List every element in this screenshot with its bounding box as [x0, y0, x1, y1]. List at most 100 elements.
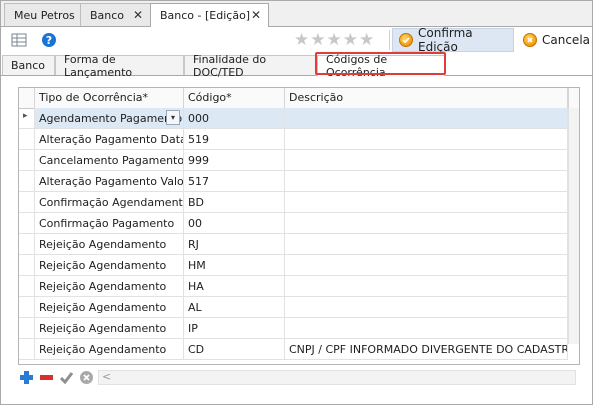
window-frame: Meu Petros Banco ✕ Banco - [Edição] ✕ ? … [0, 0, 593, 405]
tab-banco[interactable]: Banco [2, 55, 55, 75]
table-row[interactable]: Confirmação Pagamento 00 [19, 213, 579, 234]
table-row[interactable]: ▸ Agendamento Pagamento ▾ 000 [19, 108, 579, 129]
toolbar: ? ★★★★★ Confirma Edição Cancela [1, 26, 592, 54]
table-row[interactable]: Confirmação Agendamento BD [19, 192, 579, 213]
toolbar-separator [389, 30, 390, 50]
cell-descricao[interactable] [285, 171, 568, 192]
cell-descricao[interactable] [285, 234, 568, 255]
table-row[interactable]: Rejeição Agendamento RJ [19, 234, 579, 255]
cell-tipo[interactable]: Rejeição Agendamento [35, 276, 184, 297]
row-header-corner [19, 88, 35, 108]
table-row[interactable]: Alteração Pagamento Valor 517 [19, 171, 579, 192]
ocorrencia-grid: Tipo de Ocorrência* Código* Descrição ▸ … [18, 87, 580, 365]
cell-descricao[interactable] [285, 129, 568, 150]
scrollbar-header-cap [568, 88, 579, 108]
column-header-tipo[interactable]: Tipo de Ocorrência* [35, 88, 184, 108]
row-indicator [19, 192, 35, 213]
cell-codigo[interactable]: CD [184, 339, 285, 360]
column-header-descricao[interactable]: Descrição [285, 88, 568, 108]
cell-descricao[interactable] [285, 192, 568, 213]
row-indicator [19, 276, 35, 297]
row-indicator [19, 297, 35, 318]
cell-codigo[interactable]: AL [184, 297, 285, 318]
cell-tipo[interactable]: Rejeição Agendamento [35, 255, 184, 276]
row-indicator [19, 339, 35, 360]
cell-codigo[interactable]: RJ [184, 234, 285, 255]
table-row[interactable]: Alteração Pagamento Data 519 [19, 129, 579, 150]
confirm-edit-button[interactable]: Confirma Edição [392, 26, 514, 54]
row-indicator-arrow-icon: ▸ [23, 111, 28, 121]
cell-codigo[interactable]: BD [184, 192, 285, 213]
grid-view-icon[interactable] [11, 32, 27, 48]
rating-stars[interactable]: ★★★★★ [294, 30, 375, 50]
cancel-button[interactable]: Cancela [517, 28, 592, 52]
cell-descricao[interactable] [285, 213, 568, 234]
cell-descricao[interactable] [285, 276, 568, 297]
grid-header: Tipo de Ocorrência* Código* Descrição [19, 88, 579, 109]
column-header-codigo[interactable]: Código* [184, 88, 285, 108]
table-row[interactable]: Rejeição Agendamento IP [19, 318, 579, 339]
tab-forma-de-lancamento[interactable]: Forma de Lançamento [55, 53, 184, 79]
cell-descricao[interactable] [285, 108, 568, 129]
svg-text:?: ? [46, 34, 52, 47]
doc-tab-banco[interactable]: Banco ✕ [80, 3, 151, 26]
grid-navigator: < [18, 368, 580, 388]
table-row[interactable]: Rejeição Agendamento CD CNPJ / CPF INFOR… [19, 339, 579, 360]
minus-icon[interactable] [39, 370, 54, 385]
scroll-left-icon[interactable]: < [102, 370, 111, 383]
tab-finalidade-doc-ted[interactable]: Finalidade do DOC/TED [184, 53, 317, 79]
chevron-down-icon[interactable]: ▾ [166, 110, 180, 125]
cell-tipo[interactable]: Alteração Pagamento Data [35, 129, 184, 150]
close-icon[interactable]: ✕ [251, 8, 261, 22]
cell-tipo[interactable]: Rejeição Agendamento [35, 297, 184, 318]
close-icon[interactable]: ✕ [133, 8, 143, 22]
cell-codigo[interactable]: 00 [184, 213, 285, 234]
cell-text: Agendamento Pagamento [39, 112, 183, 125]
cell-codigo[interactable]: 519 [184, 129, 285, 150]
cell-codigo[interactable]: HM [184, 255, 285, 276]
cell-descricao[interactable] [285, 150, 568, 171]
plus-icon[interactable] [19, 370, 34, 385]
row-indicator [19, 129, 35, 150]
tab-label: Forma de Lançamento [64, 52, 133, 79]
vertical-scrollbar[interactable] [568, 108, 579, 344]
cell-descricao[interactable] [285, 318, 568, 339]
tab-label: Finalidade do DOC/TED [193, 52, 267, 79]
cell-tipo[interactable]: Rejeição Agendamento [35, 339, 184, 360]
doc-tab-label: Banco [90, 8, 125, 22]
row-indicator [19, 171, 35, 192]
row-indicator [19, 150, 35, 171]
cell-descricao[interactable]: CNPJ / CPF INFORMADO DIVERGENTE DO CADAS… [285, 339, 568, 360]
cell-tipo[interactable]: Agendamento Pagamento ▾ [35, 108, 184, 129]
cell-tipo[interactable]: Cancelamento Pagamento [35, 150, 184, 171]
cell-descricao[interactable] [285, 297, 568, 318]
cell-descricao[interactable] [285, 255, 568, 276]
table-row[interactable]: Rejeição Agendamento HM [19, 255, 579, 276]
doc-tab-meu-petros[interactable]: Meu Petros [4, 3, 81, 26]
cell-tipo[interactable]: Rejeição Agendamento [35, 234, 184, 255]
document-tab-bar: Meu Petros Banco ✕ Banco - [Edição] ✕ [1, 1, 592, 27]
horizontal-scrollbar[interactable]: < [98, 370, 576, 385]
cell-codigo[interactable]: HA [184, 276, 285, 297]
confirm-edit-label: Confirma Edição [418, 26, 473, 54]
cancel-circle-icon[interactable] [79, 370, 94, 385]
cancel-icon [523, 33, 537, 47]
cell-tipo[interactable]: Alteração Pagamento Valor [35, 171, 184, 192]
doc-tab-label: Meu Petros [14, 8, 75, 22]
cell-tipo[interactable]: Confirmação Agendamento [35, 192, 184, 213]
help-icon[interactable]: ? [41, 32, 57, 48]
active-tab-highlight [315, 52, 446, 75]
doc-tab-banco-edicao[interactable]: Banco - [Edição] ✕ [150, 3, 269, 27]
cell-codigo[interactable]: 000 [184, 108, 285, 129]
table-row[interactable]: Rejeição Agendamento AL [19, 297, 579, 318]
row-indicator [19, 318, 35, 339]
cell-codigo[interactable]: 517 [184, 171, 285, 192]
cell-codigo[interactable]: 999 [184, 150, 285, 171]
row-indicator [19, 213, 35, 234]
cell-tipo[interactable]: Confirmação Pagamento [35, 213, 184, 234]
table-row[interactable]: Cancelamento Pagamento 999 [19, 150, 579, 171]
table-row[interactable]: Rejeição Agendamento HA [19, 276, 579, 297]
cell-tipo[interactable]: Rejeição Agendamento [35, 318, 184, 339]
check-icon[interactable] [59, 370, 74, 385]
cell-codigo[interactable]: IP [184, 318, 285, 339]
